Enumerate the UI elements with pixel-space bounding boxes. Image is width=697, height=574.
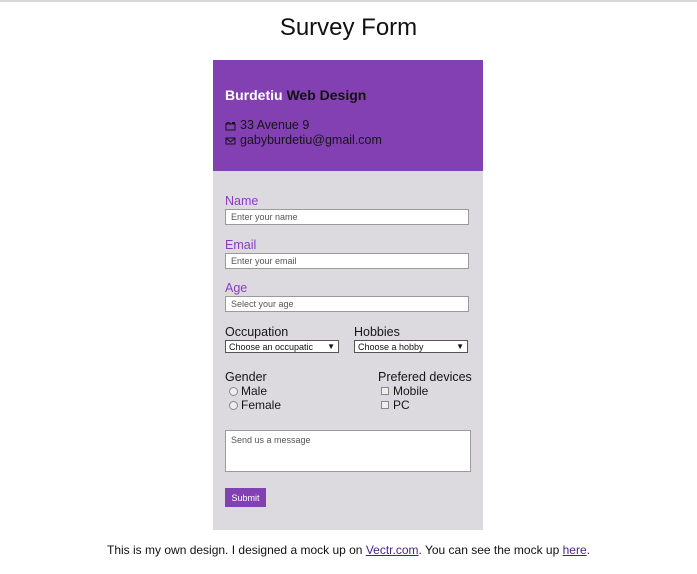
- email-input[interactable]: [225, 253, 469, 269]
- device-option-pc[interactable]: PC: [381, 398, 410, 412]
- radio-button[interactable]: [229, 400, 238, 410]
- brand-title: Burdetiu Web Design: [225, 87, 366, 103]
- occupation-select[interactable]: Choose an occupatic ▼: [225, 340, 339, 353]
- mailbox-icon: [225, 120, 237, 131]
- device-option-mobile[interactable]: Mobile: [381, 384, 428, 398]
- address-text: 33 Avenue 9: [240, 118, 310, 132]
- occupation-label: Occupation: [225, 325, 289, 339]
- gender-option-female[interactable]: Female: [229, 398, 281, 412]
- hobbies-value: Choose a hobby: [358, 341, 424, 352]
- page-title: Survey Form: [279, 14, 418, 41]
- device-option-label: Mobile: [393, 384, 429, 398]
- footer-text-2: . You can see the mock up: [418, 543, 563, 557]
- hobbies-select[interactable]: Choose a hobby ▼: [354, 340, 468, 353]
- chevron-down-icon: ▼: [456, 342, 464, 351]
- envelope-icon: [225, 135, 237, 145]
- occupation-value: Choose an occupatic: [229, 341, 314, 352]
- radio-button[interactable]: [229, 386, 238, 396]
- checkbox[interactable]: [381, 387, 389, 395]
- brand-first: Burdetiu: [225, 87, 283, 103]
- footer-note: This is my own design. I designed a mock…: [0, 543, 697, 557]
- age-input[interactable]: [225, 296, 469, 312]
- gender-option-male[interactable]: Male: [229, 384, 267, 398]
- message-placeholder: Send us a message: [231, 435, 311, 445]
- name-label: Name: [225, 194, 259, 208]
- email-label: Email: [225, 238, 257, 252]
- gender-option-label: Male: [241, 384, 268, 398]
- email-text: gabyburdetiu@gmail.com: [240, 133, 382, 147]
- age-label: Age: [225, 281, 248, 295]
- footer-text-3: .: [586, 543, 590, 557]
- device-option-label: PC: [393, 398, 410, 412]
- top-border: [0, 0, 697, 2]
- checkbox[interactable]: [381, 401, 389, 409]
- submit-button[interactable]: Submit: [225, 488, 266, 507]
- brand-second: Web Design: [282, 87, 367, 103]
- chevron-down-icon: ▼: [327, 342, 335, 351]
- gender-option-label: Female: [241, 398, 282, 412]
- footer-text-1: This is my own design. I designed a mock…: [107, 543, 366, 557]
- devices-label: Prefered devices: [378, 370, 472, 384]
- mockup-link[interactable]: here: [563, 543, 587, 557]
- message-textarea[interactable]: Send us a message: [225, 430, 471, 472]
- vectr-link[interactable]: Vectr.com: [366, 543, 419, 557]
- gender-label: Gender: [225, 370, 267, 384]
- card-header: Burdetiu Web Design 33 Avenue 9 gabyburd…: [213, 60, 483, 171]
- email-line: gabyburdetiu@gmail.com: [225, 133, 382, 147]
- survey-card: Burdetiu Web Design 33 Avenue 9 gabyburd…: [213, 60, 483, 530]
- hobbies-label: Hobbies: [354, 325, 400, 339]
- address-line: 33 Avenue 9: [225, 118, 309, 132]
- name-input[interactable]: [225, 209, 469, 225]
